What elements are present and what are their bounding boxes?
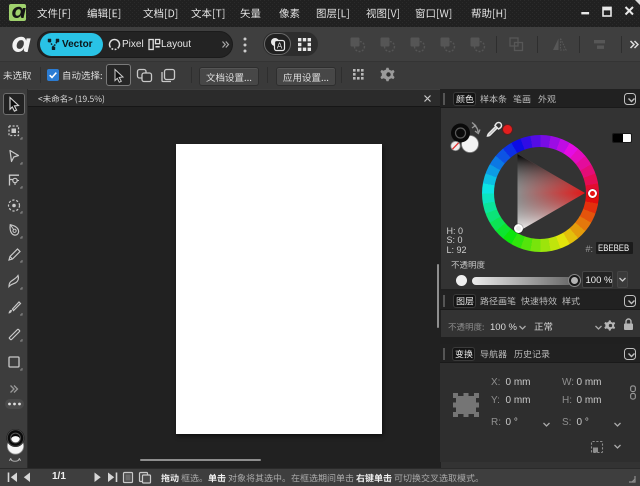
svg-text:A: A: [277, 42, 283, 51]
